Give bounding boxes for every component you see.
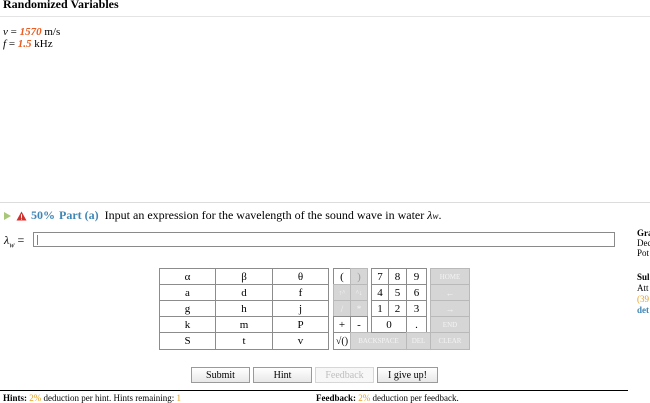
hints-info: Hints: 2% deduction per hint. Hints rema… xyxy=(3,393,181,403)
key-clear[interactable]: CLEAR xyxy=(430,332,470,350)
answer-subscript: w xyxy=(9,240,15,250)
key-0[interactable]: 0 xyxy=(371,316,407,333)
part-a-heading: 50% Part (a) Input an expression for the… xyxy=(4,208,441,223)
key-3[interactable]: 3 xyxy=(406,300,427,317)
key-decimal[interactable]: . xyxy=(406,316,427,333)
side-potential-label: Pot xyxy=(637,248,650,258)
hints-pct: 2% xyxy=(29,393,42,403)
feedback-label: Feedback: xyxy=(316,393,356,403)
key-subscript[interactable]: ^↓ xyxy=(350,284,368,301)
answer-label: λw = xyxy=(4,233,24,249)
part-period: . xyxy=(438,208,442,222)
key-alpha[interactable]: α xyxy=(159,268,216,285)
key-j[interactable]: j xyxy=(272,300,329,317)
give-up-button[interactable]: I give up! xyxy=(377,367,438,383)
key-g[interactable]: g xyxy=(159,300,216,317)
variable-v: v = 1570 m/s xyxy=(3,26,61,38)
text-caret xyxy=(37,235,38,245)
key-close-paren[interactable]: ) xyxy=(350,268,368,285)
key-9[interactable]: 9 xyxy=(406,268,427,285)
side-deduction-label: Dec xyxy=(637,238,650,248)
side-attempts-label: Att xyxy=(637,283,649,293)
key-beta[interactable]: β xyxy=(215,268,273,285)
key-theta[interactable]: θ xyxy=(272,268,329,285)
footer-divider xyxy=(0,390,628,391)
v-unit: m/s xyxy=(44,26,61,38)
key-4[interactable]: 4 xyxy=(371,284,389,301)
header-divider xyxy=(0,16,650,17)
key-right-arrow[interactable]: → xyxy=(430,300,470,317)
side-grade-label: Gra xyxy=(637,228,650,238)
key-v[interactable]: v xyxy=(272,332,329,350)
hints-text: deduction per hint. Hints remaining: xyxy=(43,393,175,403)
expand-play-icon[interactable] xyxy=(4,211,11,220)
feedback-text: deduction per feedback. xyxy=(372,393,459,403)
key-6[interactable]: 6 xyxy=(406,284,427,301)
key-1[interactable]: 1 xyxy=(371,300,389,317)
part-percent: 50% xyxy=(31,208,55,222)
key-multiply[interactable]: * xyxy=(350,300,368,317)
variable-f: f = 1.5 kHz xyxy=(3,38,53,50)
key-superscript[interactable]: ↑^ xyxy=(333,284,351,301)
v-symbol: v xyxy=(3,26,8,38)
f-unit: kHz xyxy=(34,38,53,50)
key-k[interactable]: k xyxy=(159,316,216,333)
feedback-info: Feedback: 2% deduction per feedback. xyxy=(316,393,459,403)
key-divide[interactable]: / xyxy=(333,300,351,317)
f-symbol: f xyxy=(3,38,7,50)
key-P[interactable]: P xyxy=(272,316,329,333)
key-f[interactable]: f xyxy=(272,284,329,301)
key-backspace[interactable]: BACKSPACE xyxy=(350,332,407,350)
v-value: 1570 xyxy=(19,26,42,38)
key-minus[interactable]: - xyxy=(350,316,368,333)
side-attempts-count: (39 xyxy=(637,294,649,304)
key-end[interactable]: END xyxy=(430,316,470,333)
key-left-arrow[interactable]: ← xyxy=(430,284,470,301)
answer-input[interactable] xyxy=(33,232,615,247)
key-del[interactable]: DEL xyxy=(406,332,431,350)
key-7[interactable]: 7 xyxy=(371,268,389,285)
randomized-variables-title: Randomized Variables xyxy=(3,0,119,11)
key-open-paren[interactable]: ( xyxy=(333,268,351,285)
key-S[interactable]: S xyxy=(159,332,216,350)
part-label: Part (a) xyxy=(59,208,99,222)
warning-icon xyxy=(16,211,27,220)
side-submissions-label: Sul xyxy=(637,272,650,282)
key-m[interactable]: m xyxy=(215,316,273,333)
key-d[interactable]: d xyxy=(215,284,273,301)
key-5[interactable]: 5 xyxy=(388,284,407,301)
answer-equals: = xyxy=(17,233,25,247)
feedback-pct: 2% xyxy=(358,393,371,403)
hints-label: Hints: xyxy=(3,393,28,403)
part-prompt: Input an expression for the wavelength o… xyxy=(104,208,425,222)
key-h[interactable]: h xyxy=(215,300,273,317)
key-t[interactable]: t xyxy=(215,332,273,350)
key-plus[interactable]: + xyxy=(333,316,351,333)
key-home[interactable]: HOME xyxy=(430,268,470,285)
feedback-button[interactable]: Feedback xyxy=(315,367,374,383)
key-sqrt[interactable]: √() xyxy=(333,332,351,350)
side-details-link[interactable]: det xyxy=(637,305,649,315)
key-8[interactable]: 8 xyxy=(388,268,407,285)
key-a[interactable]: a xyxy=(159,284,216,301)
hints-remaining: 1 xyxy=(176,393,182,403)
part-divider xyxy=(0,202,650,203)
key-2[interactable]: 2 xyxy=(388,300,407,317)
hint-button[interactable]: Hint xyxy=(253,367,312,383)
submit-button[interactable]: Submit xyxy=(191,367,250,383)
f-value: 1.5 xyxy=(17,38,32,50)
